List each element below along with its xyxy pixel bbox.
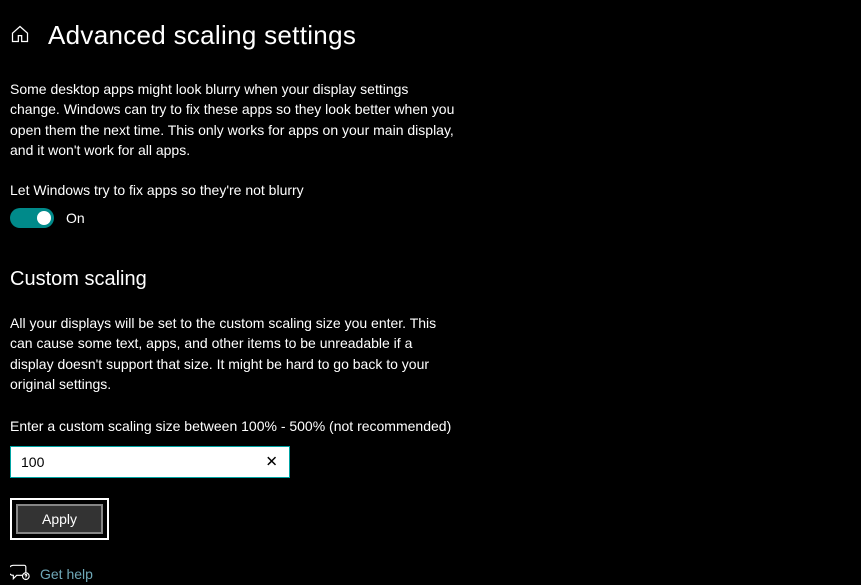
blurry-fix-toggle-label: Let Windows try to fix apps so they're n… <box>10 182 851 198</box>
scaling-input-label: Enter a custom scaling size between 100%… <box>10 418 851 434</box>
apply-button[interactable]: Apply <box>16 504 103 534</box>
custom-scaling-description: All your displays will be set to the cus… <box>10 313 440 394</box>
chat-help-icon <box>10 562 30 585</box>
scaling-input[interactable] <box>10 446 290 478</box>
blurry-fix-description: Some desktop apps might look blurry when… <box>10 79 455 160</box>
blurry-fix-toggle[interactable] <box>10 208 54 228</box>
blurry-fix-toggle-state: On <box>66 210 85 226</box>
get-help-link[interactable]: Get help <box>40 566 93 582</box>
custom-scaling-title: Custom scaling <box>10 268 851 291</box>
clear-icon[interactable]: ✕ <box>261 451 282 474</box>
page-title: Advanced scaling settings <box>48 20 356 51</box>
home-icon[interactable] <box>10 24 30 47</box>
